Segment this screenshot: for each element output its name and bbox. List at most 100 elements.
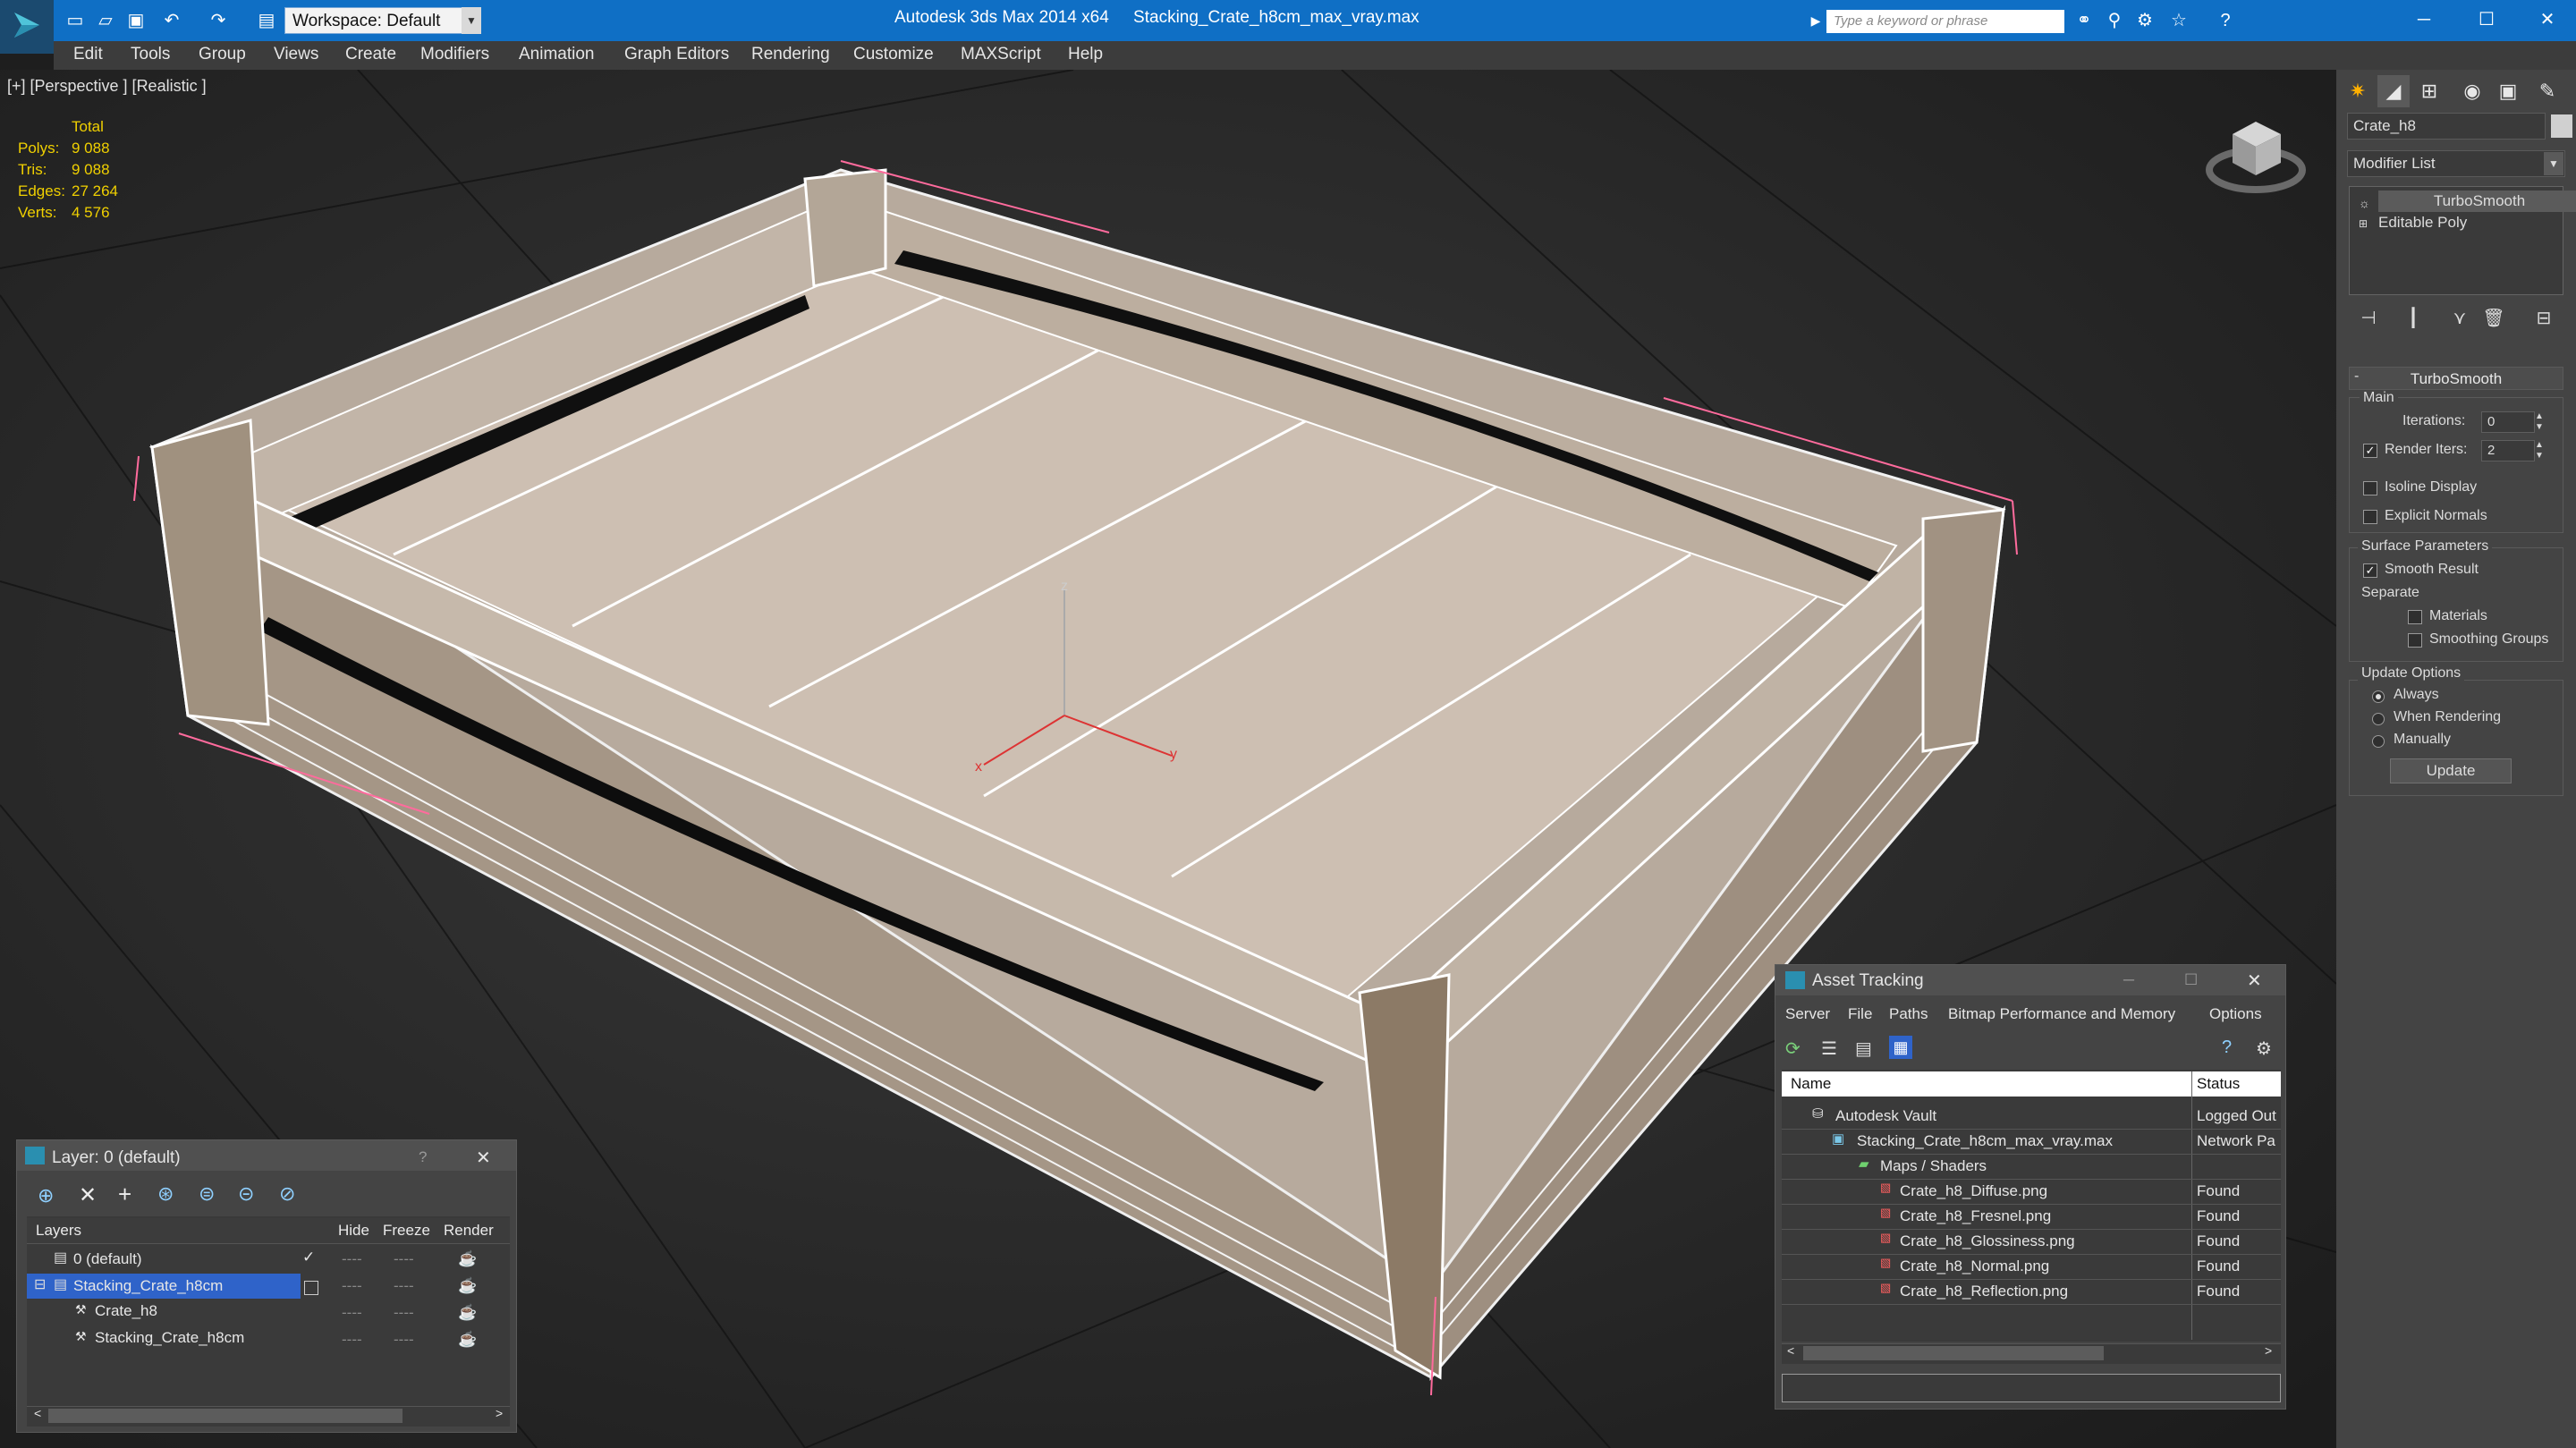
iterations-spinner[interactable]: 0	[2481, 411, 2535, 433]
hide-toggle[interactable]: ----	[342, 1250, 362, 1268]
menu-animation[interactable]: Animation	[519, 45, 595, 64]
menu-tools[interactable]: Tools	[131, 45, 170, 64]
menu-help[interactable]: Help	[1068, 45, 1103, 64]
search-expand-icon[interactable]: ▶	[1805, 11, 1826, 30]
keyword-search-input[interactable]: Type a keyword or phrase	[1826, 10, 2064, 33]
layer-scroll-thumb[interactable]	[48, 1409, 402, 1423]
hide-toggle[interactable]: ----	[342, 1331, 362, 1349]
layers-column-header[interactable]: Layers	[36, 1222, 81, 1240]
asset-row-name[interactable]: Autodesk Vault	[1835, 1107, 1936, 1125]
object-name-field[interactable]: Crate_h8	[2347, 113, 2546, 140]
help-icon[interactable]: ?	[2215, 11, 2236, 30]
freeze-toggle[interactable]: ----	[394, 1277, 414, 1295]
workspace-dropdown-icon[interactable]: ▼	[462, 7, 481, 34]
list-view-icon[interactable]: ☰	[1821, 1037, 1837, 1060]
freeze-column-header[interactable]: Freeze	[383, 1222, 430, 1240]
asset-row-name[interactable]: Crate_h8_Diffuse.png	[1900, 1182, 2047, 1200]
select-objects-icon[interactable]: ⊛	[157, 1182, 174, 1206]
display-tab-icon[interactable]: ▣	[2492, 75, 2524, 107]
hide-toggle[interactable]: ----	[342, 1304, 362, 1322]
asset-path-field[interactable]	[1782, 1374, 2281, 1402]
menu-views[interactable]: Views	[274, 45, 318, 64]
asset-help-icon[interactable]: ?	[2222, 1037, 2232, 1058]
layer-help-button[interactable]: ?	[419, 1148, 427, 1166]
freeze-toggle[interactable]: ----	[394, 1304, 414, 1322]
hide-column-header[interactable]: Hide	[338, 1222, 369, 1240]
app-menu-button[interactable]	[0, 0, 54, 54]
new-layer-icon[interactable]: ⊕	[38, 1184, 54, 1207]
smooth-result-checkbox[interactable]: ✓	[2363, 563, 2377, 578]
viewport-label[interactable]: [+] [Perspective ] [Realistic ]	[7, 77, 207, 96]
asset-menu-paths[interactable]: Paths	[1889, 1005, 1928, 1023]
isoline-display-checkbox[interactable]	[2363, 481, 2377, 495]
scroll-left-icon[interactable]: <	[34, 1406, 41, 1420]
manually-radio[interactable]	[2372, 735, 2385, 748]
modifier-list-dropdown[interactable]: Modifier List	[2347, 150, 2565, 177]
menu-create[interactable]: Create	[345, 45, 396, 64]
menu-modifiers[interactable]: Modifiers	[420, 45, 489, 64]
object-color-swatch[interactable]	[2551, 114, 2572, 138]
smoothing-groups-checkbox[interactable]	[2408, 633, 2422, 648]
layer-row-name[interactable]: Stacking_Crate_h8cm	[95, 1329, 244, 1347]
asset-close-button[interactable]: ✕	[2247, 970, 2262, 992]
render-iters-spinner[interactable]: 2	[2481, 440, 2535, 461]
explicit-normals-checkbox[interactable]	[2363, 510, 2377, 524]
status-column-header[interactable]: Status	[2197, 1075, 2240, 1093]
render-column-header[interactable]: Render	[444, 1222, 494, 1240]
spinner-arrows-icon[interactable]: ▲ ▼	[2535, 411, 2544, 433]
search-icon[interactable]: ⚲	[2104, 11, 2125, 30]
highlight-layer-icon[interactable]: ⊜	[199, 1182, 215, 1206]
name-column-header[interactable]: Name	[1791, 1075, 1831, 1093]
asset-scroll-thumb[interactable]	[1803, 1346, 2104, 1360]
menu-customize[interactable]: Customize	[853, 45, 934, 64]
detail-view-icon[interactable]: ▤	[1855, 1037, 1872, 1060]
remove-modifier-icon[interactable]: 🗑	[2478, 304, 2510, 333]
stack-item-turbosmooth[interactable]: TurboSmooth	[2378, 191, 2576, 212]
menu-edit[interactable]: Edit	[73, 45, 103, 64]
delete-layer-icon[interactable]: ✕	[79, 1182, 97, 1208]
expand-plus-icon[interactable]: ⊞	[2359, 217, 2368, 230]
lightbulb-icon[interactable]: ☼	[2359, 196, 2370, 210]
scroll-left-icon[interactable]: <	[1787, 1343, 1794, 1358]
render-teapot-icon[interactable]: ☕	[458, 1277, 477, 1295]
asset-row-name[interactable]: Crate_h8_Fresnel.png	[1900, 1207, 2051, 1225]
asset-row-name[interactable]: Stacking_Crate_h8cm_max_vray.max	[1857, 1132, 2113, 1150]
menu-graph-editors[interactable]: Graph Editors	[624, 45, 729, 64]
asset-row-name[interactable]: Crate_h8_Normal.png	[1900, 1257, 2049, 1275]
layer-close-button[interactable]: ✕	[476, 1147, 491, 1169]
asset-minimize-button[interactable]: ─	[2123, 971, 2134, 989]
collapse-minus-icon[interactable]: -	[2354, 368, 2359, 385]
add-to-layer-icon[interactable]: +	[118, 1181, 131, 1208]
freeze-all-icon[interactable]: ⊘	[279, 1182, 295, 1206]
undo-icon[interactable]: ↶	[161, 11, 182, 30]
asset-row-name[interactable]: Crate_h8_Reflection.png	[1900, 1283, 2068, 1300]
hide-toggle[interactable]: ----	[342, 1277, 362, 1295]
redo-icon[interactable]: ↷	[208, 11, 229, 30]
communication-center-icon[interactable]: ⚙	[2134, 11, 2156, 30]
asset-menu-options[interactable]: Options	[2209, 1005, 2262, 1023]
freeze-toggle[interactable]: ----	[394, 1250, 414, 1268]
modify-tab-icon[interactable]: ◢	[2377, 75, 2410, 107]
update-button[interactable]: Update	[2390, 758, 2512, 783]
always-radio[interactable]	[2372, 690, 2385, 703]
render-iters-checkbox[interactable]: ✓	[2363, 444, 2377, 458]
maximize-button[interactable]: ☐	[2460, 4, 2513, 36]
asset-row-name[interactable]: Crate_h8_Glossiness.png	[1900, 1232, 2075, 1250]
scroll-right-icon[interactable]: >	[2265, 1343, 2272, 1358]
layer-row-name[interactable]: Crate_h8	[95, 1302, 157, 1320]
project-folder-icon[interactable]: ▤	[256, 11, 277, 30]
asset-menu-bitmap[interactable]: Bitmap Performance and Memory	[1948, 1005, 2175, 1023]
materials-checkbox[interactable]	[2408, 610, 2422, 624]
render-teapot-icon[interactable]: ☕	[458, 1304, 477, 1322]
binoculars-icon[interactable]: ⚭	[2073, 11, 2095, 30]
open-file-icon[interactable]: ▱	[95, 11, 116, 30]
favorites-star-icon[interactable]: ☆	[2168, 11, 2190, 30]
close-button[interactable]: ✕	[2521, 4, 2574, 36]
refresh-icon[interactable]: ⟳	[1785, 1037, 1801, 1060]
spinner-arrows-icon[interactable]: ▲ ▼	[2535, 440, 2544, 461]
show-end-result-icon[interactable]: ┃	[2397, 304, 2429, 333]
minimize-button[interactable]: ─	[2397, 4, 2451, 36]
pin-stack-icon[interactable]: ⊣	[2352, 304, 2385, 333]
asset-settings-icon[interactable]: ⚙	[2256, 1037, 2272, 1060]
asset-menu-file[interactable]: File	[1848, 1005, 1872, 1023]
